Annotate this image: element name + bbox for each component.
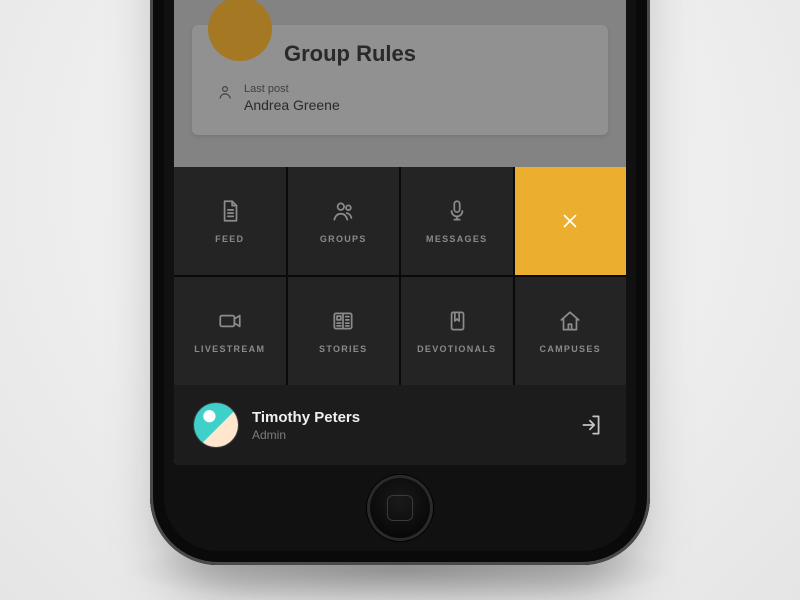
menu-tile-label: STORIES [319,344,367,354]
account-row: Timothy Peters Admin [174,385,626,465]
phone-screen: Group Rules Last post Andrea Greene [174,0,626,465]
menu-tile-label: LIVESTREAM [194,344,265,354]
account-identity: Timothy Peters Admin [252,409,360,442]
bookmark-icon [444,308,470,334]
account-role: Admin [252,428,360,442]
menu-tile-messages[interactable]: MESSAGES [401,167,513,275]
device-home-button [367,475,433,541]
user-avatar[interactable] [194,403,238,447]
menu-tile-label: FEED [215,234,244,244]
close-icon [559,210,581,232]
menu-tile-groups[interactable]: GROUPS [288,167,400,275]
video-icon [217,308,243,334]
menu-tile-label: CAMPUSES [540,344,601,354]
menu-tile-devotionals[interactable]: DEVOTIONALS [401,277,513,385]
document-icon [217,198,243,224]
people-icon [330,198,356,224]
menu-tile-grid: FEED GROUPS MESSAGES [174,167,626,385]
menu-tile-campuses[interactable]: CAMPUSES [515,277,627,385]
menu-tile-label: DEVOTIONALS [417,344,496,354]
menu-tile-stories[interactable]: STORIES [288,277,400,385]
menu-tile-feed[interactable]: FEED [174,167,286,275]
navigation-menu-panel: FEED GROUPS MESSAGES [174,167,626,465]
sign-out-icon [578,412,604,438]
account-name: Timothy Peters [252,409,360,426]
sign-out-button[interactable] [576,410,606,440]
menu-tile-livestream[interactable]: LIVESTREAM [174,277,286,385]
menu-close-button[interactable] [515,167,627,275]
menu-tile-label: MESSAGES [426,234,487,244]
newspaper-icon [330,308,356,334]
menu-tile-label: GROUPS [320,234,367,244]
phone-device-frame: Group Rules Last post Andrea Greene [150,0,650,565]
microphone-icon [444,198,470,224]
home-icon [557,308,583,334]
